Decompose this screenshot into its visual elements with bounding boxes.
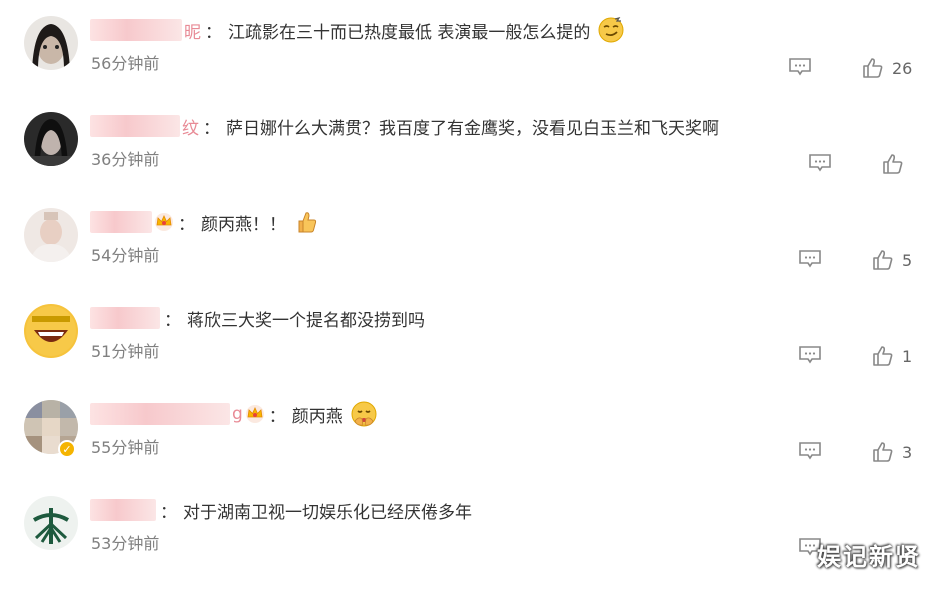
comment-item: ✓ g ： 颜丙燕 55分钟前 3 (0, 400, 935, 496)
thumbs-up-icon (883, 154, 903, 174)
avatar[interactable] (24, 208, 78, 262)
comment-time: 36分钟前 (91, 150, 160, 169)
comment-text-line: g ： 颜丙燕 (90, 400, 377, 428)
username-tail[interactable]: g (232, 404, 243, 424)
like-count: 3 (902, 442, 913, 462)
username-tail[interactable]: 昵 (184, 18, 201, 43)
like-count: 26 (892, 58, 913, 78)
comment-text-line: ： 颜丙燕！！ (90, 208, 320, 236)
avatar[interactable] (24, 16, 78, 70)
thumbs-up-emoji-icon (298, 212, 317, 233)
comment-item: 纹 ： 萨日娜什么大满贯？我百度了有金鹰奖，没看见白玉兰和飞天奖啊 36分钟前 (0, 112, 935, 208)
comment-item: 昵 ： 江疏影在三十而已热度最低 表演最一般怎么提的 56分钟前 26 (0, 16, 935, 112)
reply-icon[interactable] (808, 153, 832, 173)
crown-badge-icon (245, 405, 264, 423)
comment-text: 蒋欣三大奖一个提名都没捞到吗 (187, 310, 425, 331)
thumbs-up-icon (863, 58, 883, 78)
comment-text-line: 昵 ： 江疏影在三十而已热度最低 表演最一般怎么提的 (90, 16, 624, 44)
like-button[interactable]: 1 (872, 344, 912, 368)
colon: ： (268, 406, 286, 427)
username-blurred[interactable] (90, 403, 230, 425)
username-blurred[interactable] (90, 115, 180, 137)
colon: ： (164, 310, 181, 331)
comment-text: 颜丙燕 (291, 406, 343, 427)
verified-badge-icon: ✓ (58, 440, 76, 458)
reply-icon[interactable] (788, 57, 812, 77)
username-blurred[interactable] (90, 307, 160, 329)
like-button[interactable]: 26 (862, 56, 912, 80)
comment-text: 对于湖南卫视一切娱乐化已经厌倦多年 (183, 502, 472, 523)
colon: ： (203, 118, 220, 139)
avatar[interactable] (24, 112, 78, 166)
like-button[interactable]: 5 (872, 248, 912, 272)
thumbs-up-icon (873, 250, 893, 270)
colon: ： (178, 214, 195, 235)
username-blurred[interactable] (90, 499, 156, 521)
comment-text: 江疏影在三十而已热度最低 表演最一般怎么提的 (228, 22, 591, 43)
comment-time: 56分钟前 (91, 54, 160, 73)
comment-text-line: ： 对于湖南卫视一切娱乐化已经厌倦多年 (90, 496, 472, 524)
avatar[interactable] (24, 496, 78, 550)
username-blurred[interactable] (90, 211, 152, 233)
thumbs-up-icon (873, 346, 893, 366)
like-count: 5 (902, 250, 913, 270)
username-tail[interactable]: 纹 (182, 114, 199, 139)
comment-time: 54分钟前 (91, 246, 160, 265)
comment-text-line: 纹 ： 萨日娜什么大满贯？我百度了有金鹰奖，没看见白玉兰和飞天奖啊 (90, 112, 719, 140)
like-button[interactable]: 3 (872, 440, 912, 464)
comment-text: 萨日娜什么大满贯？我百度了有金鹰奖，没看见白玉兰和飞天奖啊 (226, 118, 719, 139)
reply-icon[interactable] (798, 345, 822, 365)
avatar[interactable] (24, 304, 78, 358)
comment-time: 55分钟前 (91, 438, 160, 457)
username-blurred[interactable] (90, 19, 182, 41)
comment-time: 53分钟前 (91, 534, 160, 553)
comment-item: ： 蒋欣三大奖一个提名都没捞到吗 51分钟前 1 (0, 304, 935, 400)
watermark: 娱记新贤 (817, 543, 921, 571)
reply-icon[interactable] (798, 249, 822, 269)
comment-item: ： 对于湖南卫视一切娱乐化已经厌倦多年 53分钟前 (0, 496, 935, 592)
crown-badge-icon (155, 213, 173, 231)
comment-text: 颜丙燕！！ (201, 214, 286, 235)
hush-face-icon (351, 401, 377, 427)
comment-text-line: ： 蒋欣三大奖一个提名都没捞到吗 (90, 304, 425, 332)
like-button[interactable] (882, 152, 912, 176)
like-count: 1 (902, 346, 913, 366)
comment-item: ： 颜丙燕！！ 54分钟前 5 (0, 208, 935, 304)
colon: ： (160, 502, 177, 523)
colon: ： (205, 22, 222, 43)
comment-time: 51分钟前 (91, 342, 160, 361)
reply-icon[interactable] (798, 441, 822, 461)
smirk-face-icon (598, 17, 624, 43)
thumbs-up-icon (873, 442, 893, 462)
